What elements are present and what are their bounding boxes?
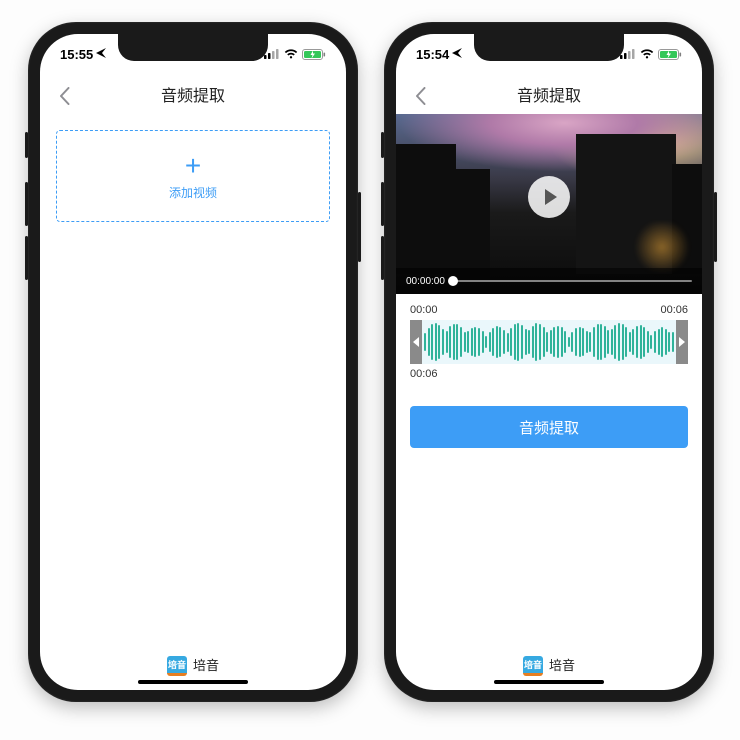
wifi-icon bbox=[640, 49, 654, 59]
app-name-label: 培音 bbox=[193, 656, 219, 676]
phone-frame-right: 15:54 bbox=[384, 22, 714, 702]
side-button bbox=[358, 192, 361, 262]
app-badge-icon: 培音 bbox=[167, 656, 187, 676]
waveform-time-header: 00:00 00:06 bbox=[410, 304, 688, 316]
wifi-icon bbox=[284, 49, 298, 59]
app-badge-icon: 培音 bbox=[523, 656, 543, 676]
chevron-left-icon bbox=[59, 87, 70, 105]
status-right bbox=[264, 49, 326, 60]
video-seek-thumb[interactable] bbox=[448, 276, 458, 286]
nav-bar: 音频提取 bbox=[40, 74, 346, 114]
notch bbox=[118, 34, 268, 61]
phone-frame-left: 15:55 bbox=[28, 22, 358, 702]
extract-audio-button[interactable]: 音频提取 bbox=[410, 406, 688, 448]
page-title: 音频提取 bbox=[517, 82, 581, 106]
trim-handle-right[interactable] bbox=[676, 320, 688, 364]
side-button bbox=[714, 192, 717, 262]
video-controls: 00:00:00 bbox=[396, 268, 702, 294]
extract-audio-label: 音频提取 bbox=[519, 417, 579, 438]
plus-icon: + bbox=[185, 152, 201, 180]
side-button bbox=[381, 236, 384, 280]
trim-handle-left[interactable] bbox=[410, 320, 422, 364]
screen-left: 15:55 bbox=[40, 34, 346, 690]
bottom-watermark: 培音 培音 bbox=[40, 656, 346, 690]
status-right bbox=[620, 49, 682, 60]
back-button[interactable] bbox=[408, 84, 432, 108]
waveform-start-label: 00:00 bbox=[410, 304, 438, 316]
video-scenery bbox=[632, 222, 692, 272]
notch bbox=[474, 34, 624, 61]
nav-bar: 音频提取 bbox=[396, 74, 702, 114]
add-video-card[interactable]: + 添加视频 bbox=[56, 130, 330, 222]
waveform-section: 00:00 00:06 00:06 bbox=[410, 304, 688, 380]
waveform-trimmer[interactable] bbox=[410, 320, 688, 364]
status-left: 15:55 bbox=[60, 47, 106, 62]
waveform-duration-label: 00:06 bbox=[410, 368, 688, 380]
video-scenery bbox=[456, 169, 490, 279]
side-button bbox=[381, 182, 384, 226]
video-time-label: 00:00:00 bbox=[406, 276, 445, 287]
app-name-label: 培音 bbox=[549, 656, 575, 676]
chevron-left-icon bbox=[415, 87, 426, 105]
screen-right: 15:54 bbox=[396, 34, 702, 690]
battery-charging-icon bbox=[658, 49, 682, 60]
side-button bbox=[381, 132, 384, 158]
home-indicator bbox=[494, 680, 604, 684]
status-time: 15:54 bbox=[416, 47, 449, 62]
back-button[interactable] bbox=[52, 84, 76, 108]
location-icon bbox=[96, 48, 106, 61]
video-preview[interactable]: 00:00:00 bbox=[396, 114, 702, 294]
add-video-label: 添加视频 bbox=[169, 184, 217, 201]
side-button bbox=[25, 182, 28, 226]
home-indicator bbox=[138, 680, 248, 684]
play-button[interactable] bbox=[528, 176, 570, 218]
video-seek-track[interactable] bbox=[453, 280, 692, 282]
waveform-end-label: 00:06 bbox=[660, 304, 688, 316]
location-icon bbox=[452, 48, 462, 61]
status-left: 15:54 bbox=[416, 47, 462, 62]
side-button bbox=[25, 236, 28, 280]
content-left: + 添加视频 bbox=[40, 114, 346, 690]
video-scenery bbox=[396, 144, 456, 274]
bottom-watermark: 培音 培音 bbox=[396, 656, 702, 690]
battery-charging-icon bbox=[302, 49, 326, 60]
page-title: 音频提取 bbox=[161, 82, 225, 106]
waveform-bars bbox=[422, 320, 676, 364]
side-button bbox=[25, 132, 28, 158]
status-time: 15:55 bbox=[60, 47, 93, 62]
